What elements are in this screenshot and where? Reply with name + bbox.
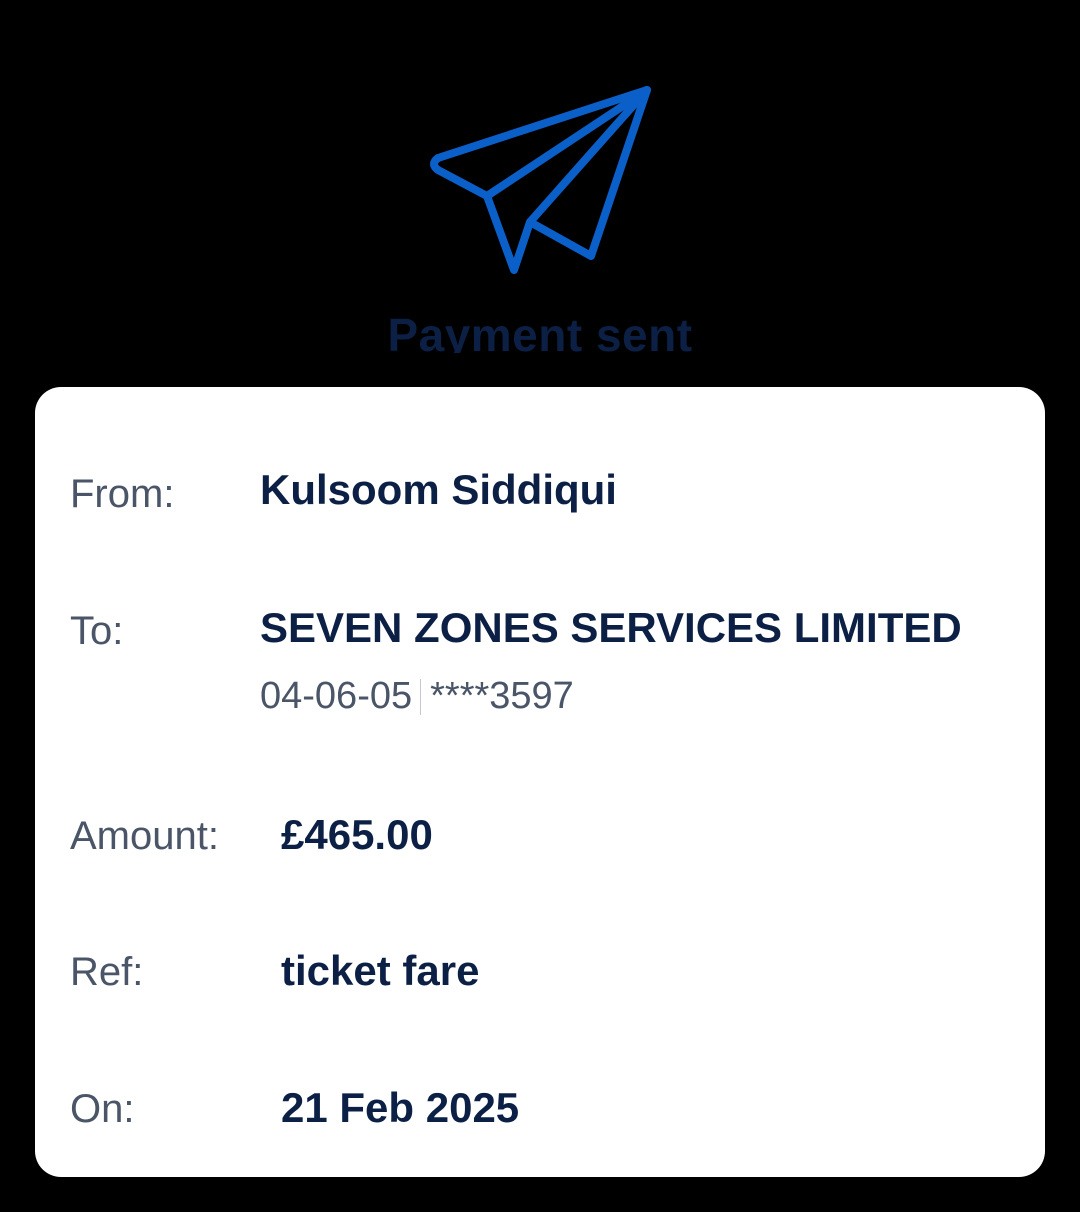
payment-details-card: From: Kulsoom Siddiqui To: SEVEN ZONES S…	[35, 387, 1045, 1177]
ref-label: Ref:	[70, 950, 144, 994]
page-title: Payment sent	[387, 309, 693, 353]
account-details: 04-06-05 ****3597	[260, 675, 574, 718]
from-label: From:	[70, 472, 175, 516]
amount-label: Amount:	[70, 814, 219, 858]
payment-header: Payment sent	[0, 0, 1080, 360]
to-label: To:	[70, 609, 124, 653]
to-value: SEVEN ZONES SERVICES LIMITED	[260, 604, 962, 651]
separator	[420, 678, 422, 715]
account-number: ****3597	[430, 675, 574, 717]
sort-code: 04-06-05	[260, 675, 413, 717]
paper-plane-icon	[430, 86, 651, 274]
title-wrapper: Payment sent	[0, 300, 1080, 353]
from-value: Kulsoom Siddiqui	[260, 466, 617, 513]
on-value: 21 Feb 2025	[281, 1084, 520, 1131]
ref-value: ticket fare	[281, 947, 480, 994]
amount-value: £465.00	[281, 811, 433, 858]
on-label: On:	[70, 1087, 135, 1131]
